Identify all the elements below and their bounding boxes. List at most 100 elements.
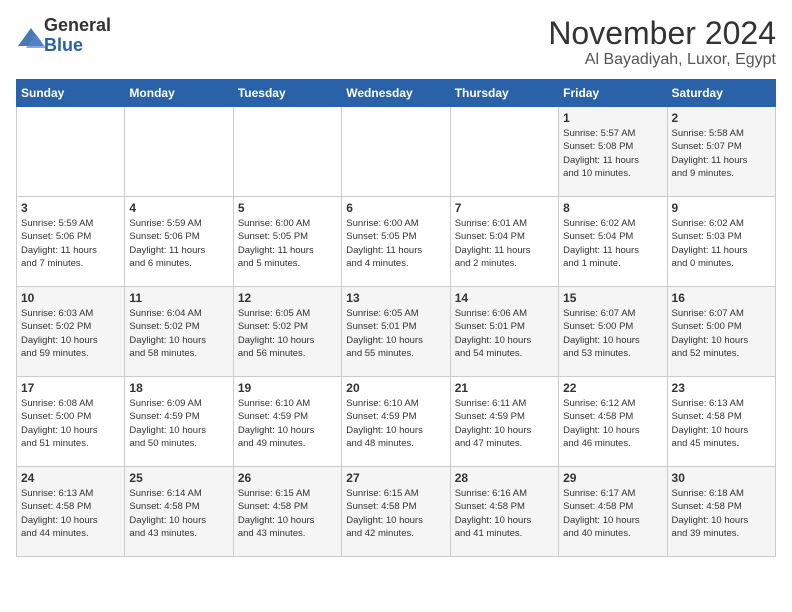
day-number: 25 <box>129 471 228 485</box>
weekday-header-saturday: Saturday <box>667 80 775 107</box>
day-cell: 10Sunrise: 6:03 AM Sunset: 5:02 PM Dayli… <box>17 287 125 377</box>
day-info: Sunrise: 6:03 AM Sunset: 5:02 PM Dayligh… <box>21 307 120 360</box>
day-cell: 3 Sunrise: 5:59 AM Sunset: 5:06 PM Daylig… <box>17 197 125 287</box>
day-cell: 22 Sunrise: 6:12 AM Sunset: 4:58 PM Dayli… <box>559 377 667 467</box>
day-number: 8 <box>563 201 662 215</box>
day-info: Sunrise: 6:07 AM Sunset: 5:00 PM Dayligh… <box>672 307 771 360</box>
page-header: General Blue November 2024 Al Bayadiyah,… <box>16 16 776 69</box>
day-cell: 7 Sunrise: 6:01 AM Sunset: 5:04 PM Daylig… <box>450 197 558 287</box>
day-number: 28 <box>455 471 554 485</box>
day-cell: 1 Sunrise: 5:57 AM Sunset: 5:08 PM Daylig… <box>559 107 667 197</box>
day-number: 11 <box>129 291 228 305</box>
day-info: Sunrise: 6:05 AM Sunset: 5:02 PM Dayligh… <box>238 307 337 360</box>
weekday-header-row: SundayMondayTuesdayWednesdayThursdayFrid… <box>17 80 776 107</box>
day-cell: 19 Sunrise: 6:10 AM Sunset: 4:59 PM Dayli… <box>233 377 341 467</box>
logo: General Blue <box>16 16 111 56</box>
day-info: Sunrise: 6:04 AM Sunset: 5:02 PM Dayligh… <box>129 307 228 360</box>
day-cell: 14Sunrise: 6:06 AM Sunset: 5:01 PM Dayli… <box>450 287 558 377</box>
day-number: 17 <box>21 381 120 395</box>
day-info: Sunrise: 6:18 AM Sunset: 4:58 PM Dayligh… <box>672 487 771 540</box>
day-info: Sunrise: 6:11 AM Sunset: 4:59 PM Dayligh… <box>455 397 554 450</box>
weekday-header-tuesday: Tuesday <box>233 80 341 107</box>
logo-icon <box>16 26 40 46</box>
day-info: Sunrise: 6:10 AM Sunset: 4:59 PM Dayligh… <box>346 397 445 450</box>
day-cell: 28Sunrise: 6:16 AM Sunset: 4:58 PM Dayli… <box>450 467 558 557</box>
day-cell: 8Sunrise: 6:02 AM Sunset: 5:04 PM Daylig… <box>559 197 667 287</box>
day-cell: 2 Sunrise: 5:58 AM Sunset: 5:07 PM Daylig… <box>667 107 775 197</box>
day-cell <box>342 107 450 197</box>
weekday-header-wednesday: Wednesday <box>342 80 450 107</box>
day-info: Sunrise: 5:58 AM Sunset: 5:07 PM Dayligh… <box>672 127 771 180</box>
day-cell: 5 Sunrise: 6:00 AM Sunset: 5:05 PM Daylig… <box>233 197 341 287</box>
day-number: 20 <box>346 381 445 395</box>
day-cell: 23 Sunrise: 6:13 AM Sunset: 4:58 PM Dayli… <box>667 377 775 467</box>
logo-blue: Blue <box>44 35 83 55</box>
day-number: 5 <box>238 201 337 215</box>
month-title: November 2024 <box>548 16 776 51</box>
day-cell: 9 Sunrise: 6:02 AM Sunset: 5:03 PM Daylig… <box>667 197 775 287</box>
day-number: 23 <box>672 381 771 395</box>
day-info: Sunrise: 6:07 AM Sunset: 5:00 PM Dayligh… <box>563 307 662 360</box>
day-number: 2 <box>672 111 771 125</box>
day-cell: 12 Sunrise: 6:05 AM Sunset: 5:02 PM Dayli… <box>233 287 341 377</box>
day-cell: 17 Sunrise: 6:08 AM Sunset: 5:00 PM Dayli… <box>17 377 125 467</box>
day-cell: 18Sunrise: 6:09 AM Sunset: 4:59 PM Dayli… <box>125 377 233 467</box>
day-info: Sunrise: 6:02 AM Sunset: 5:03 PM Dayligh… <box>672 217 771 270</box>
day-info: Sunrise: 6:00 AM Sunset: 5:05 PM Dayligh… <box>346 217 445 270</box>
day-info: Sunrise: 6:00 AM Sunset: 5:05 PM Dayligh… <box>238 217 337 270</box>
week-row-4: 17 Sunrise: 6:08 AM Sunset: 5:00 PM Dayli… <box>17 377 776 467</box>
day-info: Sunrise: 5:59 AM Sunset: 5:06 PM Dayligh… <box>21 217 120 270</box>
day-cell: 11 Sunrise: 6:04 AM Sunset: 5:02 PM Dayli… <box>125 287 233 377</box>
day-info: Sunrise: 5:59 AM Sunset: 5:06 PM Dayligh… <box>129 217 228 270</box>
day-number: 7 <box>455 201 554 215</box>
day-number: 6 <box>346 201 445 215</box>
weekday-header-sunday: Sunday <box>17 80 125 107</box>
day-cell: 20 Sunrise: 6:10 AM Sunset: 4:59 PM Dayli… <box>342 377 450 467</box>
day-number: 21 <box>455 381 554 395</box>
day-cell <box>125 107 233 197</box>
week-row-3: 10Sunrise: 6:03 AM Sunset: 5:02 PM Dayli… <box>17 287 776 377</box>
day-number: 30 <box>672 471 771 485</box>
day-number: 1 <box>563 111 662 125</box>
day-cell: 30 Sunrise: 6:18 AM Sunset: 4:58 PM Dayli… <box>667 467 775 557</box>
day-info: Sunrise: 6:06 AM Sunset: 5:01 PM Dayligh… <box>455 307 554 360</box>
day-info: Sunrise: 6:13 AM Sunset: 4:58 PM Dayligh… <box>672 397 771 450</box>
day-cell: 13Sunrise: 6:05 AM Sunset: 5:01 PM Dayli… <box>342 287 450 377</box>
day-number: 26 <box>238 471 337 485</box>
day-number: 13 <box>346 291 445 305</box>
day-number: 19 <box>238 381 337 395</box>
day-cell: 21 Sunrise: 6:11 AM Sunset: 4:59 PM Dayli… <box>450 377 558 467</box>
day-cell: 16Sunrise: 6:07 AM Sunset: 5:00 PM Dayli… <box>667 287 775 377</box>
weekday-header-friday: Friday <box>559 80 667 107</box>
day-number: 27 <box>346 471 445 485</box>
day-info: Sunrise: 6:13 AM Sunset: 4:58 PM Dayligh… <box>21 487 120 540</box>
weekday-header-thursday: Thursday <box>450 80 558 107</box>
day-number: 24 <box>21 471 120 485</box>
day-cell: 26 Sunrise: 6:15 AM Sunset: 4:58 PM Dayli… <box>233 467 341 557</box>
logo-general: General <box>44 15 111 35</box>
day-info: Sunrise: 6:12 AM Sunset: 4:58 PM Dayligh… <box>563 397 662 450</box>
day-info: Sunrise: 5:57 AM Sunset: 5:08 PM Dayligh… <box>563 127 662 180</box>
logo-text: General Blue <box>44 16 111 56</box>
day-cell: 24 Sunrise: 6:13 AM Sunset: 4:58 PM Dayli… <box>17 467 125 557</box>
week-row-2: 3 Sunrise: 5:59 AM Sunset: 5:06 PM Daylig… <box>17 197 776 287</box>
day-info: Sunrise: 6:09 AM Sunset: 4:59 PM Dayligh… <box>129 397 228 450</box>
day-info: Sunrise: 6:10 AM Sunset: 4:59 PM Dayligh… <box>238 397 337 450</box>
day-number: 9 <box>672 201 771 215</box>
day-cell: 15 Sunrise: 6:07 AM Sunset: 5:00 PM Dayli… <box>559 287 667 377</box>
day-cell <box>450 107 558 197</box>
calendar-table: SundayMondayTuesdayWednesdayThursdayFrid… <box>16 79 776 557</box>
day-cell: 4Sunrise: 5:59 AM Sunset: 5:06 PM Daylig… <box>125 197 233 287</box>
week-row-5: 24 Sunrise: 6:13 AM Sunset: 4:58 PM Dayli… <box>17 467 776 557</box>
day-number: 29 <box>563 471 662 485</box>
location-title: Al Bayadiyah, Luxor, Egypt <box>548 51 776 69</box>
day-info: Sunrise: 6:15 AM Sunset: 4:58 PM Dayligh… <box>346 487 445 540</box>
day-number: 15 <box>563 291 662 305</box>
day-number: 12 <box>238 291 337 305</box>
day-info: Sunrise: 6:15 AM Sunset: 4:58 PM Dayligh… <box>238 487 337 540</box>
day-number: 3 <box>21 201 120 215</box>
day-number: 22 <box>563 381 662 395</box>
day-info: Sunrise: 6:01 AM Sunset: 5:04 PM Dayligh… <box>455 217 554 270</box>
day-cell <box>17 107 125 197</box>
day-info: Sunrise: 6:08 AM Sunset: 5:00 PM Dayligh… <box>21 397 120 450</box>
